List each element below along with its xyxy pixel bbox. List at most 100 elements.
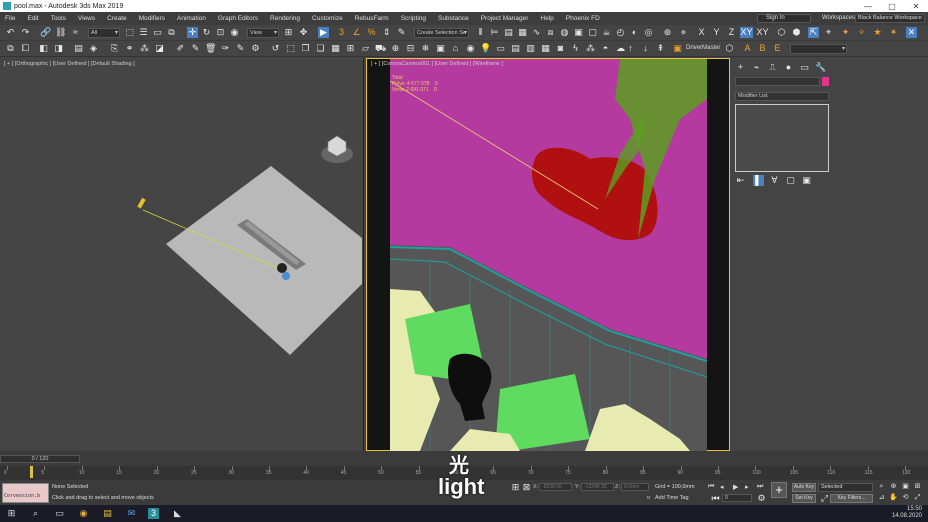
modifier-stack[interactable] <box>735 104 829 172</box>
snap-toggle-icon[interactable]: 3 <box>336 27 347 38</box>
layer-box-icon[interactable]: ▣ <box>435 43 446 54</box>
fav-tool-5-icon[interactable]: ✕ <box>906 27 917 38</box>
camera-icon[interactable]: ▭ <box>495 43 506 54</box>
named-selection-set-dropdown[interactable]: Create Selection Se <box>414 28 469 38</box>
reference-coordinate-dropdown[interactable]: View <box>247 28 279 38</box>
create-box-icon[interactable]: ⬡ <box>776 27 787 38</box>
hide-icon[interactable]: ⊟ <box>405 43 416 54</box>
unlink-icon[interactable]: ⛓ <box>55 27 66 38</box>
create-sphere-icon[interactable]: ⬢ <box>791 27 802 38</box>
time-marker[interactable] <box>30 466 33 478</box>
modify-tab-icon[interactable]: ⌁ <box>751 62 762 73</box>
select-invert-icon[interactable]: ◧ <box>38 43 49 54</box>
configure-modifier-sets-icon[interactable]: ▣ <box>801 175 812 186</box>
move-icon[interactable]: ✛ <box>187 27 198 38</box>
menu-help[interactable]: Help <box>540 15 553 22</box>
menu-rendering[interactable]: Rendering <box>270 15 300 22</box>
copy-icon[interactable]: ❐ <box>300 43 311 54</box>
world-icon[interactable]: ⊕ <box>390 43 401 54</box>
time-config-icon[interactable]: ⚙ <box>756 493 767 504</box>
z-coord-field[interactable]: 0,0mm <box>621 483 649 491</box>
clone-tool-icon[interactable]: ⎘ <box>109 43 120 54</box>
spinner-snap-icon[interactable]: ⇕ <box>381 27 392 38</box>
axis-z-button[interactable]: Z <box>726 27 737 38</box>
fav-tool-3-icon[interactable]: ★ <box>872 27 883 38</box>
grid-icon[interactable]: ▦ <box>330 43 341 54</box>
menu-phoenix-fd[interactable]: Phoenix FD <box>566 15 600 22</box>
windows-start-icon[interactable]: ⊞ <box>6 508 17 519</box>
toggle-layer-explorer-icon[interactable]: ▤ <box>503 27 514 38</box>
mask-icon[interactable]: ◙ <box>555 43 566 54</box>
snap-options-icon[interactable]: ⌖ <box>823 27 834 38</box>
modifier-list-dropdown[interactable]: Modifier List <box>735 92 829 101</box>
taskbar-search-icon[interactable]: ⌕ <box>30 508 41 519</box>
chrome-icon[interactable]: ◉ <box>78 508 89 519</box>
zoom-icon[interactable]: ⌕ <box>877 482 886 491</box>
pipeline-tool-icon[interactable]: ⊛ <box>662 27 673 38</box>
zoom-extents-all-icon[interactable]: ⊞ <box>913 482 922 491</box>
render-setup-icon[interactable]: ▣ <box>573 27 584 38</box>
3dsmax-taskbar-icon[interactable]: 3 <box>148 508 159 519</box>
percent-snap-icon[interactable]: % <box>366 27 377 38</box>
fav-tool-1-icon[interactable]: ✦ <box>840 27 851 38</box>
remove-modifier-icon[interactable]: ▢ <box>785 175 796 186</box>
keyboard-shortcut-override-icon[interactable]: ▶ <box>318 27 329 38</box>
close-button[interactable]: ✕ <box>904 2 928 11</box>
selection-filter-dropdown[interactable]: All <box>88 28 120 38</box>
quad-icon[interactable]: ⬚ <box>285 43 296 54</box>
mesh-icon[interactable]: ⊞ <box>345 43 356 54</box>
scale-icon[interactable]: ⊡ <box>215 27 226 38</box>
corona-render-icon[interactable]: ◎ <box>643 27 654 38</box>
select-by-name-icon[interactable]: ☰ <box>138 27 149 38</box>
display-tab-icon[interactable]: ▭ <box>799 62 810 73</box>
angle-snap-icon[interactable]: ∠ <box>351 27 362 38</box>
file-explorer-icon[interactable]: ▤ <box>102 508 113 519</box>
pin-icon[interactable]: ✎ <box>235 43 246 54</box>
y-coord-field[interactable]: -13248,33 <box>581 483 614 491</box>
mail-icon[interactable]: ✉ <box>126 508 137 519</box>
arrow-up-icon[interactable]: ↑ <box>625 43 636 54</box>
app-taskbar-icon[interactable]: ◣ <box>172 508 183 519</box>
x-coord-field[interactable]: -5038,56 <box>539 483 572 491</box>
render-production-icon[interactable]: ☕ <box>601 27 612 38</box>
field-of-view-icon[interactable]: ⊿ <box>877 493 886 502</box>
select-none-icon[interactable]: ⧠ <box>20 43 31 54</box>
tool-b-icon[interactable]: B <box>757 43 768 54</box>
pan-icon[interactable]: ✋ <box>889 493 898 502</box>
render-activeshade-icon[interactable]: ◐ <box>629 27 640 38</box>
eyedropper-icon[interactable]: ✑ <box>220 43 231 54</box>
image-icon[interactable]: ▤ <box>510 43 521 54</box>
menu-animation[interactable]: Animation <box>177 15 206 22</box>
link-icon[interactable]: 🔗 <box>40 27 51 38</box>
sphere-icon[interactable]: ◉ <box>465 43 476 54</box>
menu-views[interactable]: Views <box>78 15 95 22</box>
render-iterative-icon[interactable]: ◴ <box>615 27 626 38</box>
minimize-button[interactable]: — <box>856 2 880 11</box>
auto-key-button[interactable]: Auto Key <box>792 483 816 492</box>
light-bulb-icon[interactable]: 💡 <box>480 43 491 54</box>
schematic-view-icon[interactable]: ⧈ <box>545 27 556 38</box>
maxscript-input[interactable]: Corvession.b <box>4 493 47 499</box>
region-select-icon[interactable]: ▭ <box>152 27 163 38</box>
snap-vertex-icon[interactable]: ⋄ <box>678 27 689 38</box>
time-tag-icon[interactable]: ▫ <box>643 492 654 503</box>
table-icon[interactable]: ▦ <box>540 43 551 54</box>
menu-project-manager[interactable]: Project Manager <box>481 15 529 22</box>
lightning-icon[interactable]: ϟ <box>570 43 581 54</box>
attach-icon[interactable]: ⚭ <box>124 43 135 54</box>
menu-graph-editors[interactable]: Graph Editors <box>218 15 258 22</box>
create-tab-icon[interactable]: + <box>735 62 746 73</box>
select-all-icon[interactable]: ⧉ <box>5 43 16 54</box>
axis-y-button[interactable]: Y <box>711 27 722 38</box>
pen-icon[interactable]: ✐ <box>175 43 186 54</box>
select-manipulate-icon[interactable]: ✥ <box>298 27 309 38</box>
tool-a-icon[interactable]: A <box>742 43 753 54</box>
place-icon[interactable]: ◉ <box>229 27 240 38</box>
viewport-camera[interactable]: [ + ] [CoronaCamera001 ] [User Defined ]… <box>366 58 730 451</box>
driver-master-icon[interactable]: ▣ <box>672 43 683 54</box>
tool-e-icon[interactable]: E <box>772 43 783 54</box>
key-mode-toggle-icon[interactable]: ⤢ <box>819 493 830 504</box>
next-frame-icon[interactable]: ▸ <box>745 483 749 491</box>
utilities-tab-icon[interactable]: 🔧 <box>815 62 826 73</box>
menu-tools[interactable]: Tools <box>51 15 66 22</box>
